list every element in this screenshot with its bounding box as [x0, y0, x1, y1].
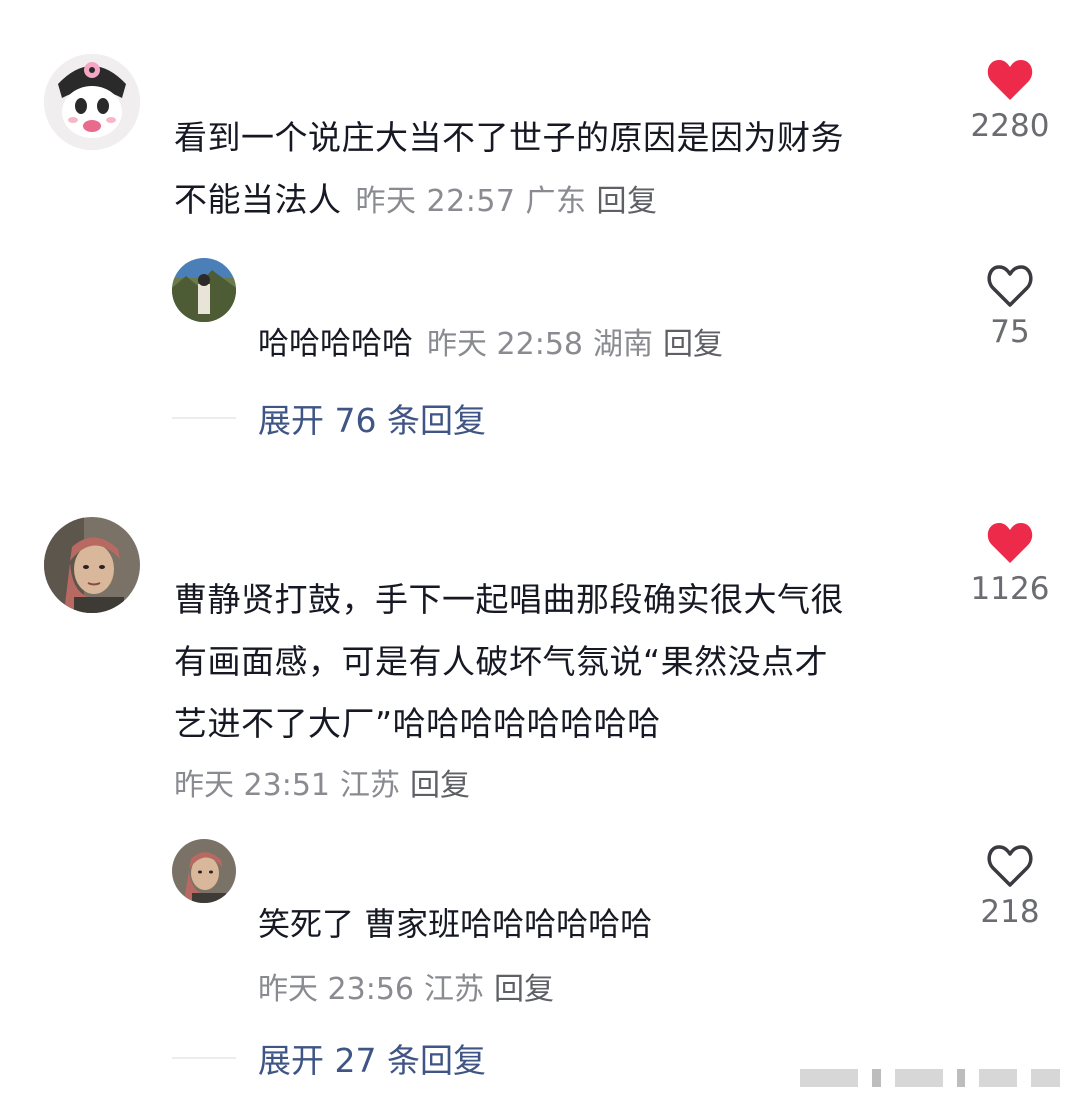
reply-avatar[interactable]: [172, 258, 236, 322]
kuromi-avatar-icon: [44, 54, 140, 150]
divider-line: [172, 417, 236, 419]
expand-replies[interactable]: 展开 27 条回复: [172, 1033, 486, 1083]
landscape-avatar-icon: [172, 258, 236, 322]
comment-time: 昨天 22:57: [355, 184, 516, 219]
expand-replies-label[interactable]: 展开 27 条回复: [258, 1034, 486, 1082]
comment-location: 广东: [525, 184, 587, 219]
reply-time: 昨天 22:58: [427, 327, 583, 362]
expand-replies[interactable]: 展开 76 条回复: [172, 393, 486, 443]
comment-line: 有画面感，可是有人破坏气氛说“果然没点才: [174, 642, 829, 681]
comment-text: 曹静贤打鼓，手下一起唱曲那段确实很大气很 有画面感，可是有人破坏气氛说“果然没点…: [174, 569, 944, 755]
comment-time: 昨天 23:51: [174, 768, 330, 803]
comment-line: 不能当法人: [174, 180, 342, 219]
heart-filled-icon: [987, 523, 1033, 563]
reply-avatar[interactable]: [172, 839, 236, 903]
reply-row: 哈哈哈哈哈 昨天 22:58 湖南 回复: [258, 318, 733, 363]
reply-text: 笑死了 曹家班哈哈哈哈哈哈: [258, 905, 653, 943]
expand-replies-label[interactable]: 展开 76 条回复: [258, 394, 486, 442]
reply-row: 笑死了 曹家班哈哈哈哈哈哈: [258, 899, 652, 945]
like-button[interactable]: 75: [955, 264, 1065, 350]
comment-line: 艺进不了大厂”哈哈哈哈哈哈哈哈: [174, 704, 661, 743]
reply-button[interactable]: 回复: [410, 768, 470, 803]
reply-meta: 昨天 23:56 江苏 回复: [258, 964, 564, 1008]
like-button[interactable]: 1126: [955, 521, 1065, 607]
like-count: 2280: [970, 108, 1050, 144]
like-count: 218: [980, 894, 1040, 930]
reply-meta: 昨天 22:58 湖南 回复: [427, 319, 733, 363]
reply-button[interactable]: 回复: [494, 972, 554, 1007]
portrait-avatar-icon: [172, 839, 236, 903]
comment-line: 曹静贤打鼓，手下一起唱曲那段确实很大气很: [174, 580, 844, 619]
like-count: 1126: [970, 571, 1050, 607]
watermark-bar: [800, 1066, 1060, 1090]
heart-filled-icon: [987, 60, 1033, 100]
comment-text: 看到一个说庄大当不了世子的原因是因为财务 不能当法人 昨天 22:57 广东 回复: [174, 107, 934, 233]
heart-outline-icon: [987, 845, 1033, 887]
like-button[interactable]: 218: [955, 844, 1065, 930]
comment-location: 江苏: [340, 768, 400, 803]
like-button[interactable]: 2280: [955, 58, 1065, 144]
reply-text: 哈哈哈哈哈: [258, 326, 413, 362]
heart-outline-icon: [987, 265, 1033, 307]
divider-line: [172, 1057, 236, 1059]
comment-meta: 昨天 22:57 广东 回复: [356, 171, 668, 233]
comment-meta: 昨天 23:51 江苏 回复: [174, 760, 480, 804]
reply-button[interactable]: 回复: [597, 184, 658, 219]
commenter-avatar[interactable]: [44, 517, 140, 613]
reply-location: 江苏: [424, 972, 484, 1007]
reply-button[interactable]: 回复: [663, 327, 723, 362]
portrait-avatar-icon: [44, 517, 140, 613]
reply-time: 昨天 23:56: [258, 972, 414, 1007]
like-count: 75: [990, 314, 1030, 350]
commenter-avatar[interactable]: [44, 54, 140, 150]
comment-line: 看到一个说庄大当不了世子的原因是因为财务: [174, 118, 844, 157]
reply-location: 湖南: [593, 327, 653, 362]
